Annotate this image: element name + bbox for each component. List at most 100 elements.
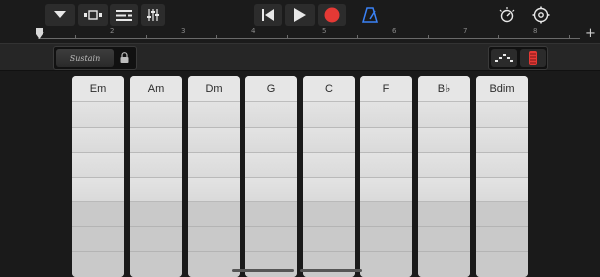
chord-segment[interactable] bbox=[476, 128, 528, 153]
record-button[interactable] bbox=[318, 4, 346, 26]
chord-segment[interactable] bbox=[188, 128, 240, 153]
rewind-icon bbox=[262, 9, 274, 21]
tracks-view-button[interactable] bbox=[78, 4, 108, 26]
settings-button[interactable] bbox=[528, 4, 554, 26]
chord-segment[interactable] bbox=[130, 102, 182, 128]
chord-label[interactable]: Dm bbox=[188, 76, 240, 102]
chord-segment[interactable] bbox=[303, 128, 355, 153]
chord-segment[interactable] bbox=[130, 128, 182, 153]
chord-segment[interactable] bbox=[188, 227, 240, 252]
chord-segment[interactable] bbox=[476, 153, 528, 178]
rewind-button[interactable] bbox=[254, 4, 282, 26]
play-button[interactable] bbox=[285, 4, 315, 26]
chord-segment[interactable] bbox=[360, 153, 412, 178]
chord-segment[interactable] bbox=[303, 153, 355, 178]
chord-label[interactable]: F bbox=[360, 76, 412, 102]
chord-segment[interactable] bbox=[245, 128, 297, 153]
chord-segment[interactable] bbox=[360, 178, 412, 202]
chord-segment[interactable] bbox=[245, 202, 297, 227]
chord-segment[interactable] bbox=[130, 153, 182, 178]
chord-segment[interactable] bbox=[476, 202, 528, 227]
mixer-button[interactable] bbox=[141, 4, 165, 26]
list-view-button[interactable] bbox=[110, 4, 138, 26]
chord-segment[interactable] bbox=[245, 153, 297, 178]
playhead-icon[interactable] bbox=[36, 28, 43, 40]
ruler-tick bbox=[287, 35, 288, 39]
timeline-ruler[interactable]: 1 2 3 4 5 6 7 8 bbox=[0, 27, 600, 43]
chord-segment[interactable] bbox=[188, 153, 240, 178]
chord-segment[interactable] bbox=[360, 102, 412, 128]
chord-segment[interactable] bbox=[418, 102, 470, 128]
chord-strip-g[interactable]: G bbox=[245, 76, 297, 277]
sustain-button[interactable]: Sustain bbox=[56, 49, 114, 67]
chord-segment[interactable] bbox=[418, 252, 470, 277]
chord-segment[interactable] bbox=[418, 153, 470, 178]
chord-segment[interactable] bbox=[245, 102, 297, 128]
chord-strip-dm[interactable]: Dm bbox=[188, 76, 240, 277]
chord-segment[interactable] bbox=[72, 128, 124, 153]
autoplay-button[interactable] bbox=[520, 49, 546, 67]
chord-segment[interactable] bbox=[418, 128, 470, 153]
chord-segment[interactable] bbox=[360, 227, 412, 252]
chord-segment[interactable] bbox=[303, 178, 355, 202]
chord-label[interactable]: B♭ bbox=[418, 76, 470, 102]
chord-segment[interactable] bbox=[188, 252, 240, 277]
chord-strip-em[interactable]: Em bbox=[72, 76, 124, 277]
chord-segment[interactable] bbox=[72, 178, 124, 202]
chord-segment[interactable] bbox=[303, 227, 355, 252]
chord-segment[interactable] bbox=[360, 202, 412, 227]
chord-strip-bdim[interactable]: Bdim bbox=[476, 76, 528, 277]
chord-strip-f[interactable]: F bbox=[360, 76, 412, 277]
chord-segment[interactable] bbox=[130, 178, 182, 202]
chord-strip-am[interactable]: Am bbox=[130, 76, 182, 277]
chord-segment[interactable] bbox=[476, 227, 528, 252]
lock-icon[interactable] bbox=[120, 52, 129, 63]
ruler-number: 2 bbox=[110, 27, 115, 35]
chord-segment[interactable] bbox=[303, 202, 355, 227]
chord-segment[interactable] bbox=[188, 202, 240, 227]
dropdown-triangle-button[interactable] bbox=[45, 4, 75, 26]
chord-segment[interactable] bbox=[188, 102, 240, 128]
chord-label[interactable]: Am bbox=[130, 76, 182, 102]
ruler-number: 6 bbox=[392, 27, 397, 35]
master-volume-button[interactable] bbox=[494, 4, 520, 26]
chord-label[interactable]: Bdim bbox=[476, 76, 528, 102]
chord-segment[interactable] bbox=[130, 252, 182, 277]
chord-segment[interactable] bbox=[72, 227, 124, 252]
chord-segment[interactable] bbox=[245, 252, 297, 277]
chord-strip-c[interactable]: C bbox=[303, 76, 355, 277]
metronome-button[interactable] bbox=[356, 4, 384, 26]
chord-segment[interactable] bbox=[188, 178, 240, 202]
chord-segment[interactable] bbox=[476, 102, 528, 128]
ruler-tick bbox=[428, 35, 429, 39]
chord-label[interactable]: Em bbox=[72, 76, 124, 102]
chord-segment[interactable] bbox=[303, 252, 355, 277]
ruler-number: 8 bbox=[533, 27, 538, 35]
chord-segment[interactable] bbox=[72, 202, 124, 227]
ruler-tick bbox=[146, 35, 147, 39]
chord-segment[interactable] bbox=[245, 227, 297, 252]
chord-segment[interactable] bbox=[360, 252, 412, 277]
chord-segment[interactable] bbox=[418, 202, 470, 227]
chord-label[interactable]: G bbox=[245, 76, 297, 102]
chord-strips-area: Em Am Dm G C F B♭ Bdim bbox=[0, 71, 600, 277]
sustain-control: Sustain bbox=[53, 46, 137, 70]
chord-strip-b-flat[interactable]: B♭ bbox=[418, 76, 470, 277]
ruler-tick bbox=[569, 35, 570, 39]
ruler-tick bbox=[216, 35, 217, 39]
chord-segment[interactable] bbox=[360, 128, 412, 153]
chord-segment[interactable] bbox=[130, 227, 182, 252]
chord-segment[interactable] bbox=[72, 153, 124, 178]
chord-label[interactable]: C bbox=[303, 76, 355, 102]
chord-segment[interactable] bbox=[72, 252, 124, 277]
arpeggiator-button[interactable] bbox=[491, 49, 517, 67]
chord-segment[interactable] bbox=[476, 178, 528, 202]
chord-segment[interactable] bbox=[418, 227, 470, 252]
chord-segment[interactable] bbox=[130, 202, 182, 227]
chord-segment[interactable] bbox=[418, 178, 470, 202]
chord-segment[interactable] bbox=[303, 102, 355, 128]
chord-segment[interactable] bbox=[72, 102, 124, 128]
chord-segment[interactable] bbox=[476, 252, 528, 277]
add-section-button[interactable]: + bbox=[585, 26, 596, 41]
chord-segment[interactable] bbox=[245, 178, 297, 202]
